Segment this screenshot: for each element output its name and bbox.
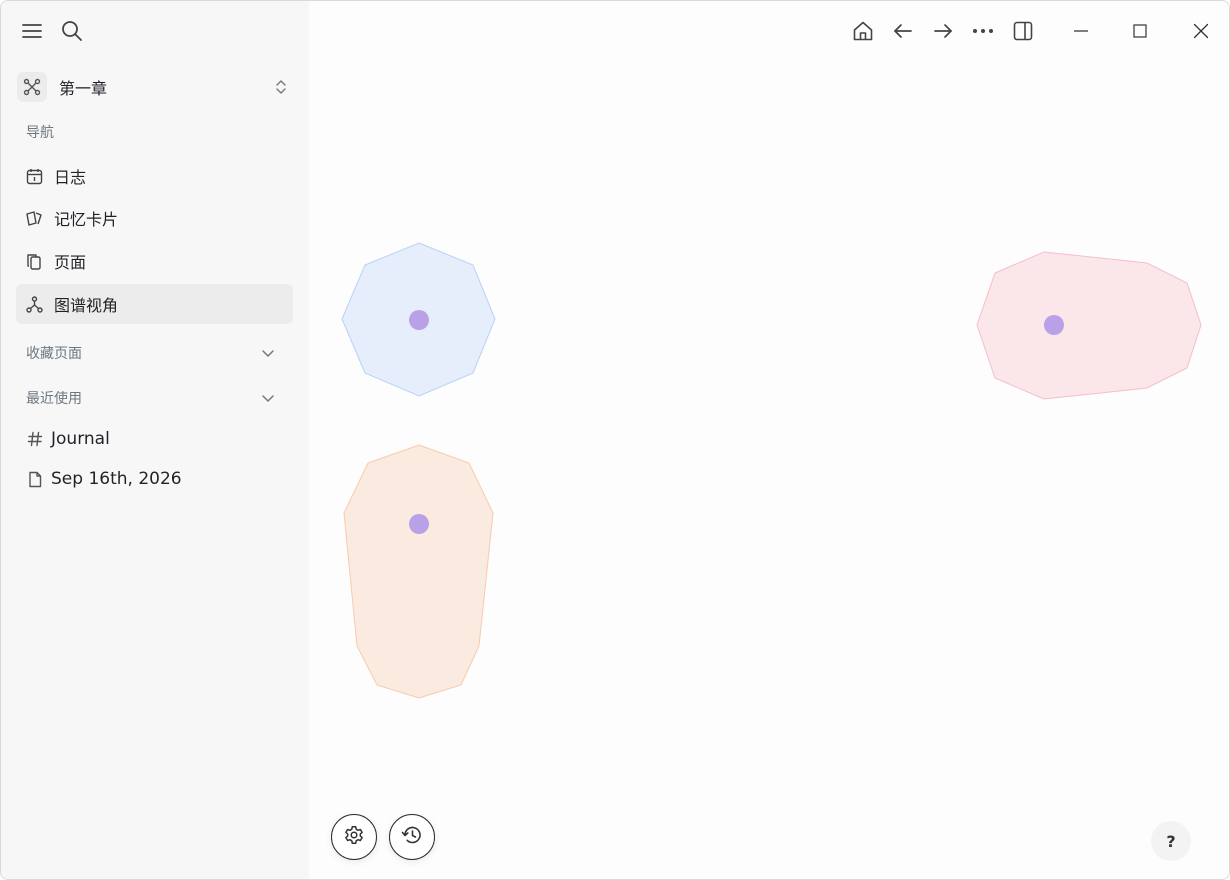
recent-label: 最近使用 (26, 391, 82, 407)
recent-item-page[interactable]: Sep 16th, 2026 (16, 462, 293, 496)
cards-icon (25, 209, 43, 227)
sidebar-item-label: 记忆卡片 (54, 210, 119, 229)
selector-chevrons-icon (275, 78, 287, 100)
recent-section-toggle[interactable]: 最近使用 (16, 383, 293, 413)
chevron-down-icon (261, 391, 275, 409)
pages-icon (25, 252, 43, 270)
graph-network-icon (17, 72, 47, 102)
sidebar-item-flashcards[interactable]: 记忆卡片 (16, 198, 293, 238)
page-icon (26, 471, 44, 488)
left-sidebar: 第一章 导航 日志 记忆卡片 页面 图谱视角 收藏页面 最近使用 Journal… (1, 1, 309, 879)
chevron-down-icon (261, 346, 275, 364)
sidebar-item-label: 日志 (54, 168, 87, 187)
nav-section-label: 导航 (26, 125, 54, 141)
graph-node[interactable] (409, 310, 429, 330)
cluster-orange (343, 444, 494, 699)
sidebar-item-pages[interactable]: 页面 (16, 241, 293, 281)
graph-icon (25, 295, 43, 313)
sidebar-item-label: 页面 (54, 253, 87, 272)
graph-svg[interactable] (309, 1, 1230, 880)
graph-node[interactable] (1044, 315, 1064, 335)
gear-icon (344, 825, 364, 849)
graph-canvas[interactable] (309, 1, 1230, 880)
hash-icon (26, 431, 44, 447)
favorites-section-toggle[interactable]: 收藏页面 (16, 338, 293, 368)
search-icon[interactable] (58, 17, 86, 45)
recent-item-journal[interactable]: Journal (16, 422, 293, 456)
recent-item-label: Journal (51, 429, 110, 449)
graph-switcher[interactable]: 第一章 (17, 71, 293, 103)
sidebar-item-label: 图谱视角 (54, 296, 119, 315)
graph-name: 第一章 (59, 79, 108, 98)
menu-icon[interactable] (18, 17, 46, 45)
history-icon (401, 825, 423, 849)
cluster-pink (976, 251, 1202, 400)
help-button[interactable]: ? (1151, 821, 1191, 861)
sidebar-item-journals[interactable]: 日志 (16, 156, 293, 196)
app-window: 第一章 导航 日志 记忆卡片 页面 图谱视角 收藏页面 最近使用 Journal… (0, 0, 1230, 880)
calendar-icon (25, 167, 43, 185)
sidebar-item-graph-view[interactable]: 图谱视角 (16, 284, 293, 324)
reset-graph-button[interactable] (389, 814, 435, 860)
graph-settings-button[interactable] (331, 814, 377, 860)
recent-item-label: Sep 16th, 2026 (51, 469, 182, 489)
favorites-label: 收藏页面 (26, 346, 82, 362)
graph-node[interactable] (409, 514, 429, 534)
